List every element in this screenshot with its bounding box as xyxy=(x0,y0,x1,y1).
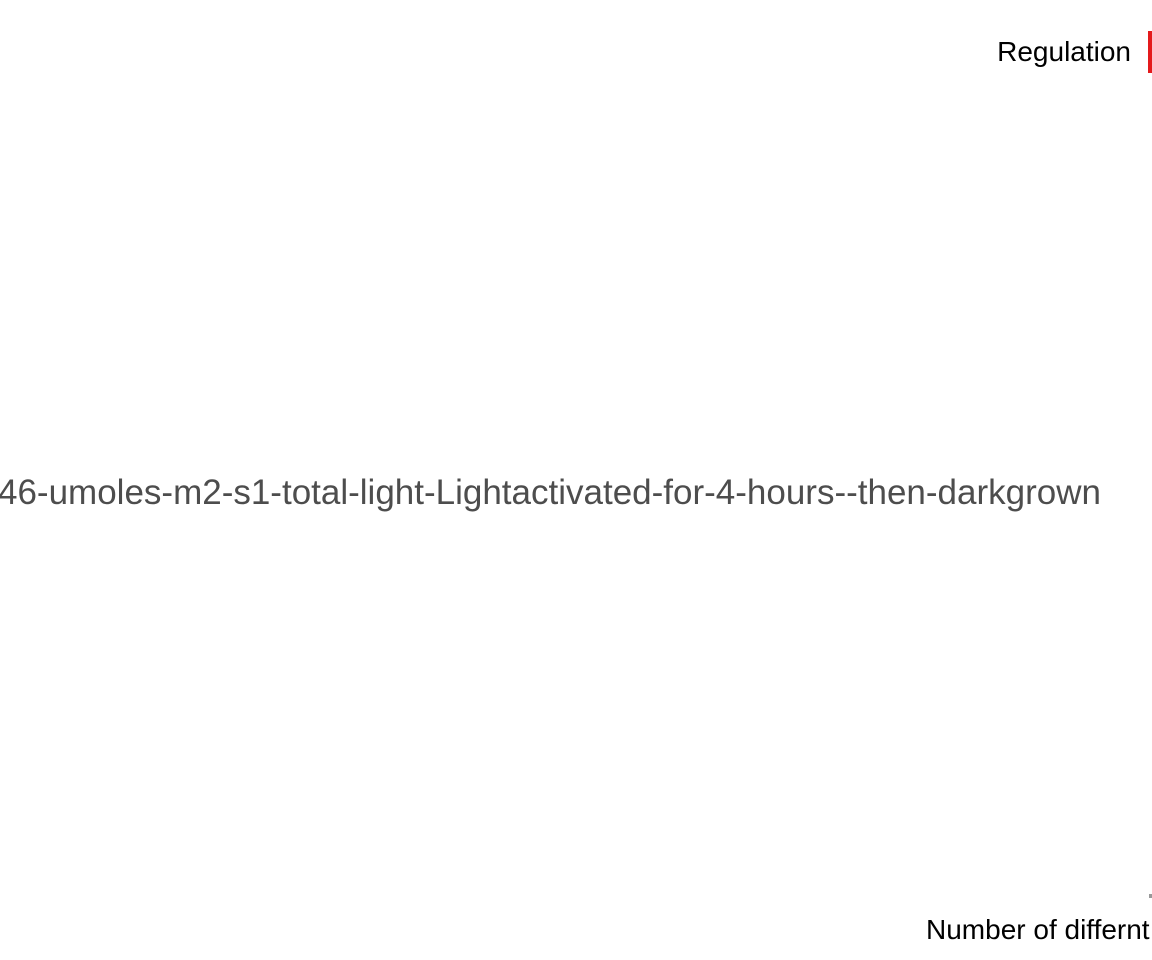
category-tick-label: 46-umoles-m2-s1-total-light-Lightactivat… xyxy=(0,473,1101,512)
legend: Regulation xyxy=(997,31,1152,73)
legend-swatch-1 xyxy=(1148,31,1152,73)
chart-page: Regulation 46-umoles-m2-s1-total-light-L… xyxy=(0,0,1152,960)
legend-title: Regulation xyxy=(997,36,1131,67)
chart-canvas: Regulation 46-umoles-m2-s1-total-light-L… xyxy=(0,31,1152,945)
x-axis-label: Number of differnt xyxy=(926,914,1150,945)
